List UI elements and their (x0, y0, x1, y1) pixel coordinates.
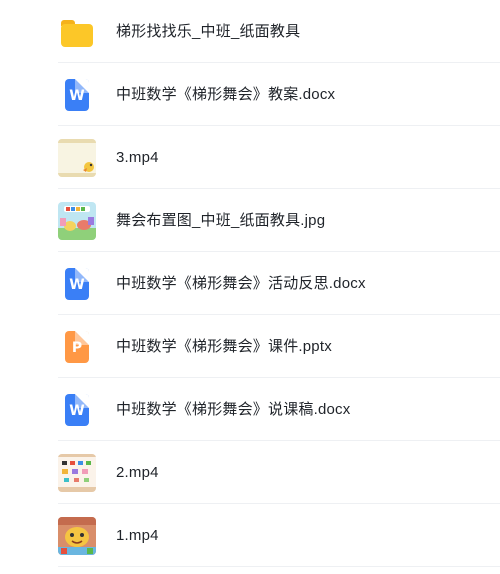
file-list: 梯形找找乐_中班_纸面教具 W 中班数学《梯形舞会》教案.docx 3.mp4 (0, 0, 500, 574)
file-row-video[interactable]: 3.mp4 (0, 126, 500, 189)
file-name: 中班数学《梯形舞会》活动反思.docx (116, 274, 366, 292)
file-row-pptx[interactable]: P 中班数学《梯形舞会》课件.pptx (0, 315, 500, 378)
file-row-image[interactable]: 舞会布置图_中班_纸面教具.jpg (0, 189, 500, 252)
image-thumbnail (58, 201, 96, 240)
file-name: 中班数学《梯形舞会》教案.docx (116, 85, 336, 103)
image-thumbnail-image (58, 201, 96, 240)
video-thumbnail (58, 516, 96, 555)
file-name: 舞会布置图_中班_纸面教具.jpg (116, 211, 326, 229)
video-thumbnail (58, 453, 96, 492)
file-row-docx[interactable]: W 中班数学《梯形舞会》活动反思.docx (0, 252, 500, 315)
file-row-docx[interactable]: W 中班数学《梯形舞会》说课稿.docx (0, 378, 500, 441)
file-name: 1.mp4 (116, 526, 159, 544)
file-row-docx[interactable]: W 中班数学《梯形舞会》教案.docx (0, 63, 500, 126)
file-row-video[interactable]: 1.mp4 (0, 504, 500, 567)
file-row-folder[interactable]: 梯形找找乐_中班_纸面教具 (0, 0, 500, 63)
file-name: 2.mp4 (116, 463, 159, 481)
video-thumbnail-image (58, 516, 96, 555)
file-row-video[interactable]: 2.mp4 (0, 441, 500, 504)
word-doc-icon: W (58, 391, 96, 429)
file-name: 中班数学《梯形舞会》说课稿.docx (116, 400, 351, 418)
video-thumbnail-image (58, 453, 96, 492)
word-doc-icon: W (58, 76, 96, 114)
file-name: 3.mp4 (116, 148, 159, 166)
file-name: 梯形找找乐_中班_纸面教具 (116, 22, 301, 40)
file-name: 中班数学《梯形舞会》课件.pptx (116, 337, 332, 355)
word-doc-icon: W (58, 265, 96, 303)
ppt-doc-icon: P (58, 328, 96, 366)
row-divider (58, 566, 500, 567)
video-thumbnail (58, 138, 96, 177)
folder-icon (58, 13, 96, 51)
video-thumbnail-image (58, 138, 96, 177)
